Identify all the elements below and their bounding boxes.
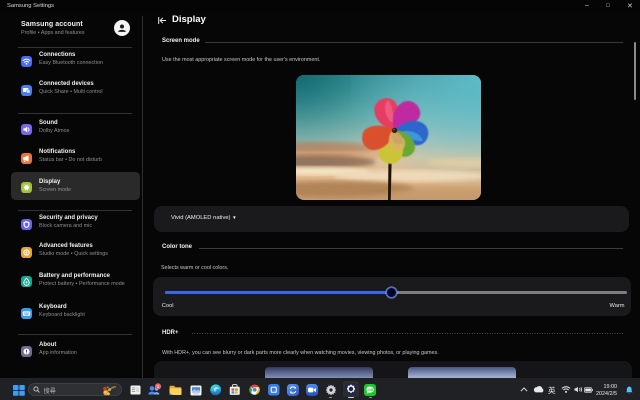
svg-text:LINE: LINE — [366, 387, 373, 391]
